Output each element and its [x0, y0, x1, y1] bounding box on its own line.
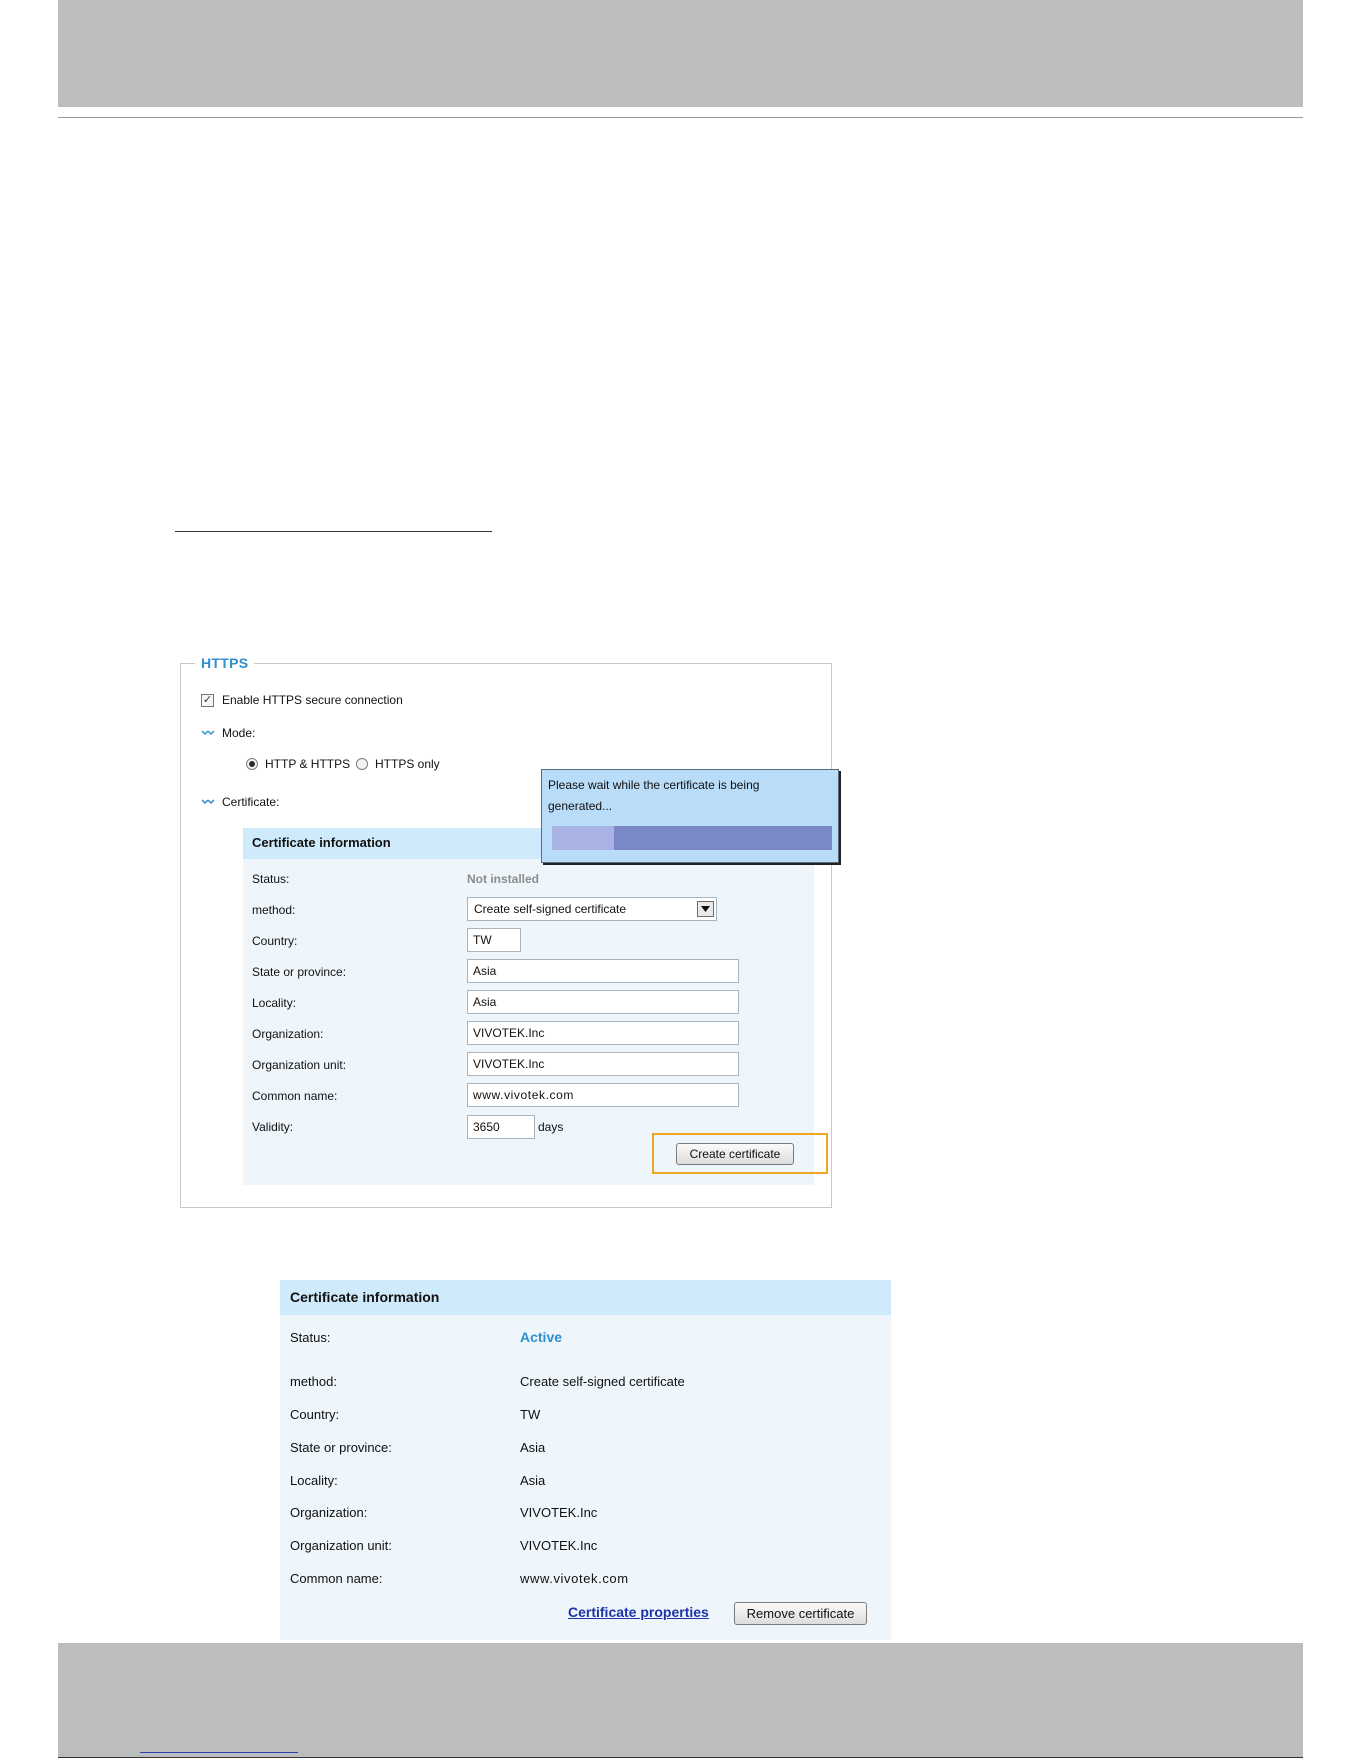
- result-locality-label: Locality:: [290, 1473, 338, 1488]
- result-locality-value: Asia: [520, 1473, 546, 1488]
- mode-radio-http-https[interactable]: [246, 758, 258, 770]
- result-method-value: Create self-signed certificate: [520, 1374, 685, 1389]
- result-country-label: Country:: [290, 1407, 340, 1422]
- certificate-result-title: Certificate information: [290, 1289, 440, 1305]
- footer-divider: [58, 1757, 1303, 1758]
- result-status-label: Status:: [290, 1330, 331, 1345]
- result-state-label: State or province:: [290, 1440, 392, 1455]
- enable-https-label: Enable HTTPS secure connection: [222, 693, 403, 707]
- expand-chevron-icon[interactable]: [201, 799, 215, 807]
- organization-unit-label: Organization unit:: [252, 1058, 347, 1072]
- footer-link-underline: [140, 1752, 298, 1753]
- method-select[interactable]: Create self-signed certificate: [467, 897, 717, 921]
- checkmark-icon: ✓: [202, 694, 213, 706]
- popup-message-line2: generated...: [548, 799, 613, 813]
- validity-label: Validity:: [252, 1120, 294, 1134]
- country-input[interactable]: TW: [467, 928, 521, 952]
- progress-bar-fill: [552, 826, 614, 850]
- result-status-value: Active: [520, 1329, 563, 1345]
- page-footer-band: [58, 1643, 1303, 1757]
- certificate-label: Certificate:: [222, 795, 280, 809]
- certificate-form-title: Certificate information: [252, 835, 391, 850]
- header-divider: [58, 117, 1303, 118]
- result-organization-label: Organization:: [290, 1505, 368, 1520]
- validity-unit: days: [538, 1120, 564, 1134]
- https-legend: HTTPS: [195, 655, 255, 671]
- mode-radio-https-only[interactable]: [356, 758, 368, 770]
- popup-message-line1: Please wait while the certificate is bei…: [548, 778, 760, 792]
- result-country-value: TW: [520, 1407, 541, 1422]
- mode-option-https-only-label: HTTPS only: [375, 757, 440, 771]
- organization-unit-input[interactable]: VIVOTEK.Inc: [467, 1052, 739, 1076]
- result-method-label: method:: [290, 1374, 337, 1389]
- section-divider: [175, 531, 492, 532]
- result-state-value: Asia: [520, 1440, 546, 1455]
- certificate-properties-link[interactable]: Certificate properties: [568, 1604, 709, 1620]
- result-organization-unit-label: Organization unit:: [290, 1538, 392, 1553]
- result-common-name-label: Common name:: [290, 1571, 383, 1586]
- organization-input[interactable]: VIVOTEK.Inc: [467, 1021, 739, 1045]
- state-label: State or province:: [252, 965, 347, 979]
- result-organization-value: VIVOTEK.Inc: [520, 1505, 598, 1520]
- mode-label: Mode:: [222, 726, 256, 740]
- organization-label: Organization:: [252, 1027, 324, 1041]
- progress-bar: [552, 826, 832, 850]
- locality-label: Locality:: [252, 996, 297, 1010]
- status-label: Status:: [252, 872, 290, 886]
- mode-option-http-https-label: HTTP & HTTPS: [265, 757, 351, 771]
- method-label: method:: [252, 903, 296, 917]
- state-input[interactable]: Asia: [467, 959, 739, 983]
- enable-https-checkbox[interactable]: ✓: [201, 694, 214, 707]
- locality-input[interactable]: Asia: [467, 990, 739, 1014]
- method-selected-value: Create self-signed certificate: [474, 902, 627, 916]
- page-header-band: [58, 0, 1303, 107]
- radio-dot-icon: [249, 761, 255, 767]
- status-value: Not installed: [467, 872, 540, 886]
- dropdown-arrow-icon[interactable]: [697, 901, 714, 917]
- result-organization-unit-value: VIVOTEK.Inc: [520, 1538, 598, 1553]
- result-common-name-value: www.vivotek.com: [520, 1571, 629, 1586]
- remove-certificate-button[interactable]: Remove certificate: [734, 1602, 867, 1625]
- country-label: Country:: [252, 934, 298, 948]
- create-certificate-button[interactable]: Create certificate: [676, 1143, 794, 1165]
- common-name-input[interactable]: www.vivotek.com: [467, 1083, 739, 1107]
- certificate-result-panel: [280, 1280, 891, 1640]
- common-name-label: Common name:: [252, 1089, 338, 1103]
- validity-input[interactable]: 3650: [467, 1115, 535, 1139]
- expand-chevron-icon[interactable]: [201, 730, 215, 738]
